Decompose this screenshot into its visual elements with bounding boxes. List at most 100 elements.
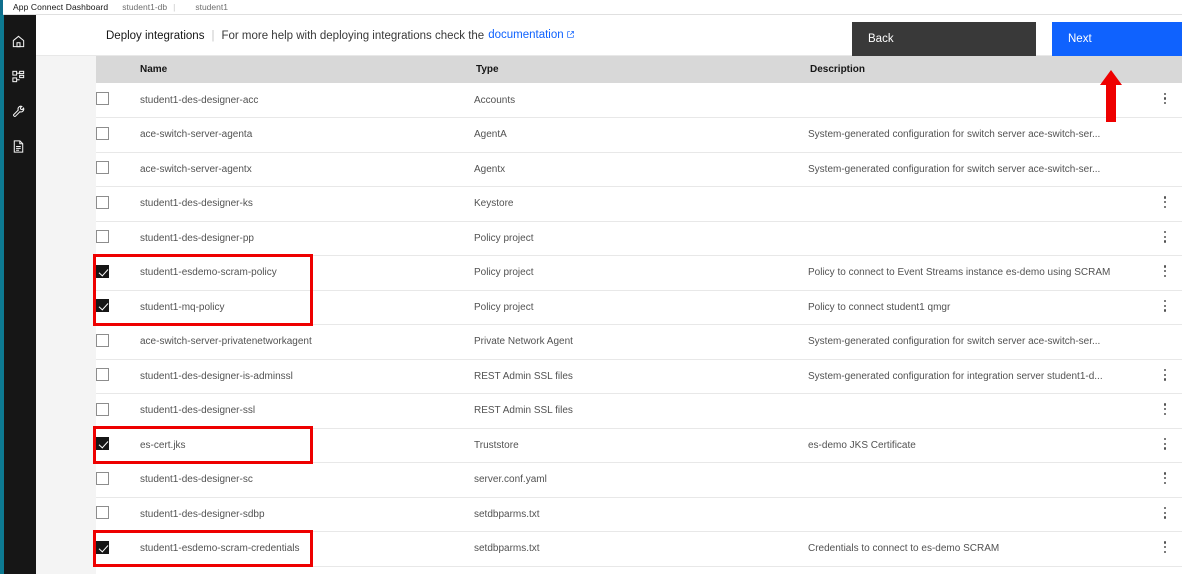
overflow-menu-icon[interactable] (1157, 505, 1173, 521)
row-checkbox[interactable] (96, 333, 109, 347)
row-overflow-cell[interactable] (1148, 83, 1182, 118)
row-checkbox-cell[interactable] (96, 117, 140, 153)
cell-name: ace-switch-server-agentx (140, 152, 474, 187)
row-overflow-cell[interactable] (1148, 152, 1182, 187)
row-checkbox[interactable] (96, 402, 109, 416)
column-header-type[interactable]: Type (474, 56, 808, 83)
row-overflow-cell[interactable] (1148, 531, 1182, 567)
row-checkbox-cell[interactable] (96, 462, 140, 498)
cell-name: student1-des-designer-is-adminssl (140, 359, 474, 394)
row-overflow-cell[interactable] (1148, 428, 1182, 463)
configurations-table: Name Type Description student1-des-desig… (96, 56, 1182, 574)
row-checkbox-cell[interactable] (96, 152, 140, 187)
documentation-link-label: documentation (488, 29, 564, 41)
table-row[interactable] (96, 566, 1182, 574)
table-row[interactable]: student1-des-designer-is-adminssl REST Ad… (96, 359, 1182, 394)
row-checkbox-cell[interactable] (96, 186, 140, 222)
back-button[interactable]: Back (852, 22, 1036, 56)
table-row[interactable]: ace-switch-server-privatenetworkagent Pri… (96, 324, 1182, 360)
row-overflow-cell[interactable] (1148, 186, 1182, 222)
table-row[interactable]: student1-des-designer-ssl REST Admin SSL … (96, 393, 1182, 429)
cell-name: ace-switch-server-privatenetworkagent (140, 324, 474, 360)
overflow-menu-icon[interactable] (1157, 263, 1173, 279)
overflow-menu-icon[interactable] (1157, 367, 1173, 383)
sidebar-item-dashboard[interactable] (0, 59, 36, 94)
row-overflow-cell[interactable] (1148, 221, 1182, 256)
cell-name: student1-des-designer-ssl (140, 393, 474, 429)
table-row[interactable]: es-cert.jks Truststore es-demo JKS Certifi… (96, 428, 1182, 463)
table-row[interactable]: student1-des-designer-ks Keystore (96, 186, 1182, 222)
breadcrumb-parent[interactable]: student1-db (122, 2, 167, 12)
main-content: Deploy integrations | For more help with… (36, 15, 1182, 574)
row-overflow-cell[interactable] (1148, 462, 1182, 498)
row-checkbox-checked[interactable] (96, 540, 109, 554)
overflow-menu-icon[interactable] (1157, 298, 1173, 314)
table-row[interactable]: student1-des-designer-sc server.conf.yaml (96, 462, 1182, 498)
configurations-table-container[interactable]: Name Type Description student1-des-desig… (36, 56, 1182, 574)
cell-type: REST Admin SSL files (474, 393, 808, 429)
row-checkbox-cell[interactable] (96, 290, 140, 325)
table-row[interactable]: student1-mq-policy Policy project Policy t… (96, 290, 1182, 325)
row-checkbox-cell[interactable] (96, 393, 140, 429)
row-overflow-cell[interactable] (1148, 290, 1182, 325)
row-overflow-cell[interactable] (1148, 324, 1182, 360)
next-button[interactable]: Next (1052, 22, 1182, 56)
overflow-menu-icon[interactable] (1157, 194, 1173, 210)
sidebar-item-home[interactable] (0, 24, 36, 59)
wizard-header: Deploy integrations | For more help with… (36, 15, 1182, 56)
table-row[interactable]: student1-esdemo-scram-credentials setdbpa… (96, 531, 1182, 567)
table-row[interactable]: ace-switch-server-agentx Agentx System-gen… (96, 152, 1182, 187)
row-checkbox-cell[interactable] (96, 255, 140, 291)
row-overflow-cell[interactable] (1148, 566, 1182, 574)
overflow-menu-icon[interactable] (1157, 539, 1173, 555)
overflow-menu-icon[interactable] (1157, 401, 1173, 417)
row-checkbox[interactable] (96, 126, 109, 140)
sidebar-item-tools[interactable] (0, 94, 36, 129)
table-row[interactable]: student1-des-designer-acc Accounts (96, 83, 1182, 118)
row-checkbox-cell[interactable] (96, 428, 140, 463)
documentation-link[interactable]: documentation (488, 29, 574, 42)
cell-name: student1-des-designer-sc (140, 462, 474, 498)
cell-description: Policy to connect student1 qmgr (808, 290, 1148, 325)
row-checkbox-cell[interactable] (96, 566, 140, 574)
row-checkbox[interactable] (96, 92, 109, 105)
cell-type: Private Network Agent (474, 324, 808, 360)
row-checkbox[interactable] (96, 471, 109, 485)
table-row[interactable]: student1-des-designer-sdbp setdbparms.txt (96, 497, 1182, 532)
breadcrumb-current[interactable]: student1 (195, 2, 228, 12)
overflow-menu-icon[interactable] (1157, 91, 1173, 107)
overflow-menu-icon[interactable] (1157, 436, 1173, 452)
row-checkbox[interactable] (96, 506, 109, 520)
table-row[interactable]: student1-esdemo-scram-policy Policy proje… (96, 255, 1182, 291)
row-checkbox-cell[interactable] (96, 221, 140, 256)
sidebar-item-documents[interactable] (0, 129, 36, 164)
cell-description (808, 497, 1148, 532)
row-checkbox[interactable] (96, 368, 109, 382)
cell-name: student1-des-designer-pp (140, 221, 474, 256)
table-row[interactable]: student1-des-designer-pp Policy project (96, 221, 1182, 256)
row-checkbox-cell[interactable] (96, 324, 140, 360)
row-checkbox-cell[interactable] (96, 83, 140, 118)
cell-type: Policy project (474, 290, 808, 325)
row-checkbox[interactable] (96, 195, 109, 209)
row-checkbox[interactable] (96, 161, 109, 175)
row-checkbox-cell[interactable] (96, 497, 140, 532)
row-overflow-cell[interactable] (1148, 393, 1182, 429)
row-checkbox[interactable] (96, 230, 109, 244)
overflow-menu-icon[interactable] (1157, 470, 1173, 486)
row-checkbox-checked[interactable] (96, 437, 109, 451)
row-checkbox-checked[interactable] (96, 264, 109, 278)
wrench-icon (11, 104, 26, 119)
column-header-name[interactable]: Name (140, 56, 474, 83)
row-overflow-cell[interactable] (1148, 359, 1182, 394)
table-row[interactable]: ace-switch-server-agenta AgentA System-gen… (96, 117, 1182, 153)
row-overflow-cell[interactable] (1148, 117, 1182, 153)
row-checkbox-cell[interactable] (96, 531, 140, 567)
row-overflow-cell[interactable] (1148, 255, 1182, 291)
overflow-menu-icon[interactable] (1157, 229, 1173, 245)
row-checkbox-checked[interactable] (96, 299, 109, 313)
topbar-accent-strip (0, 0, 3, 15)
row-checkbox-cell[interactable] (96, 359, 140, 394)
row-overflow-cell[interactable] (1148, 497, 1182, 532)
column-header-description[interactable]: Description (808, 56, 1148, 83)
